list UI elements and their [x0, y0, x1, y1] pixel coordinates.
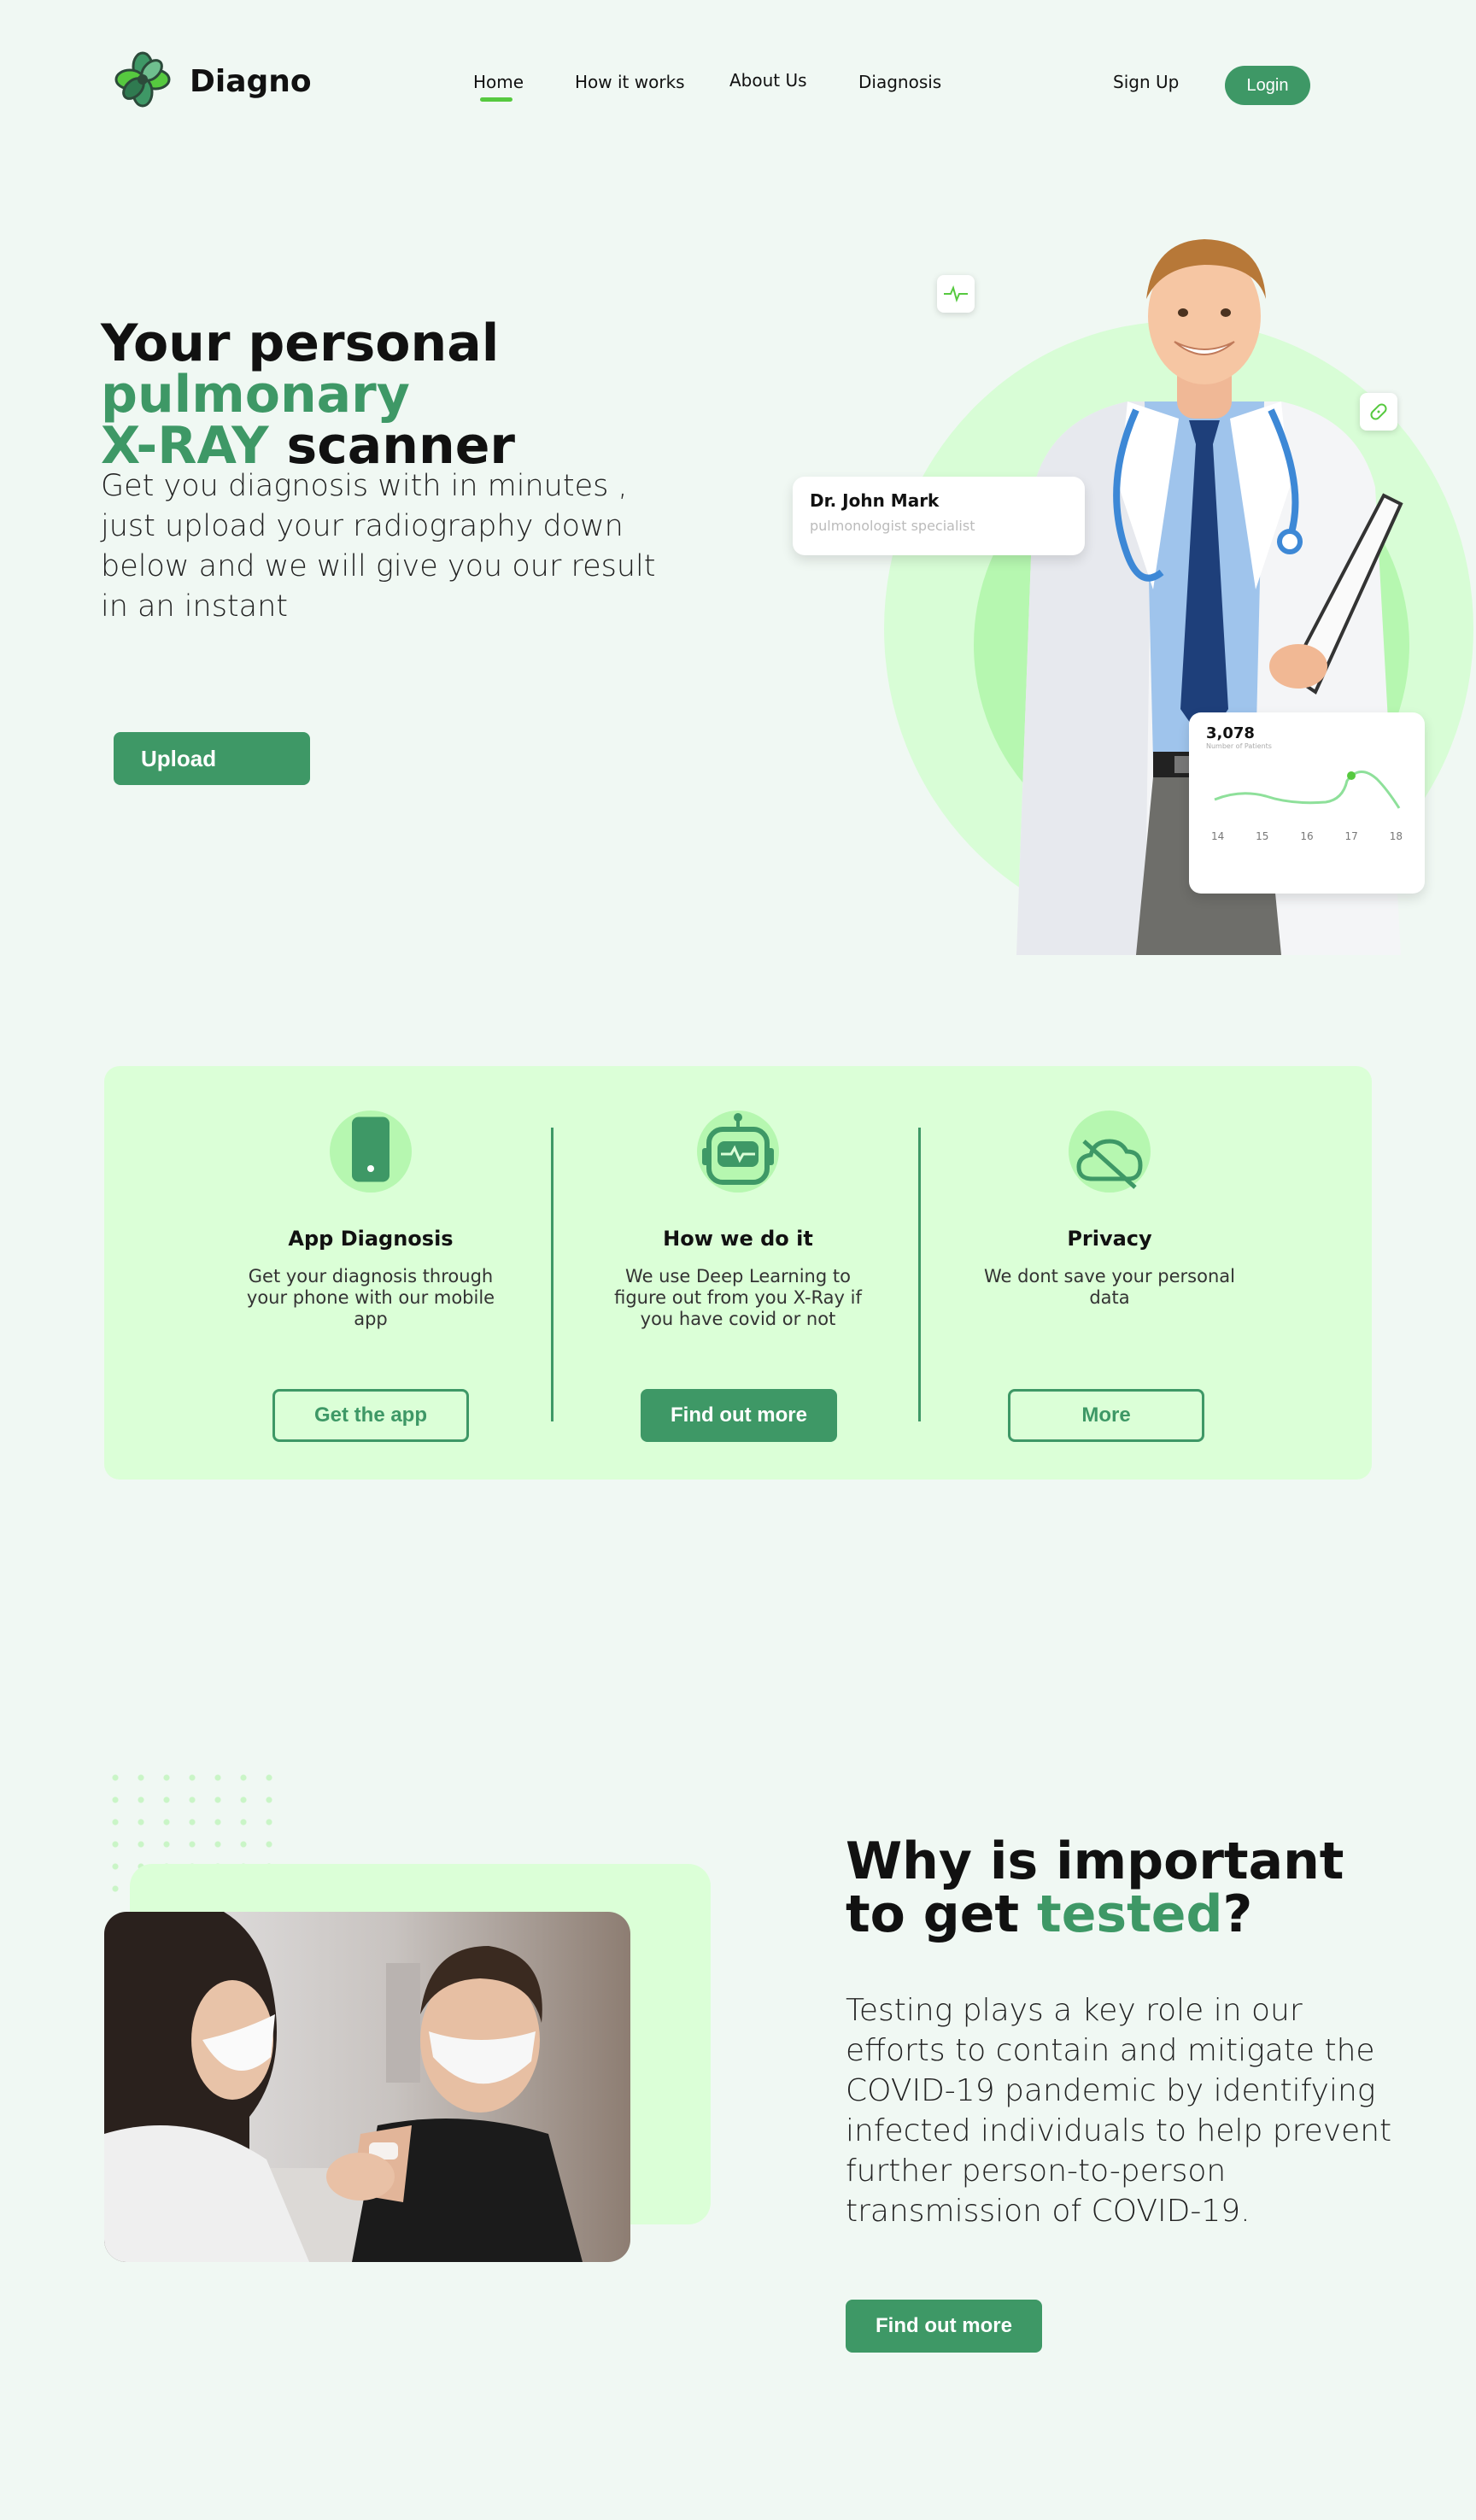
nav-home[interactable]: Home [473, 72, 524, 92]
why-title: Why is important to get tested? [846, 1835, 1392, 1941]
why-title-highlight: tested [1037, 1884, 1223, 1944]
patients-days: 14 15 16 17 18 [1206, 830, 1408, 842]
patients-count: 3,078 [1206, 724, 1255, 742]
hero-description: Get you diagnosis with in minutes , just… [101, 469, 656, 624]
brand-logo[interactable]: Diagno [113, 50, 312, 113]
heartbeat-icon [937, 275, 975, 313]
nav-active-indicator [480, 97, 512, 102]
feature-privacy: Privacy We dont save your personal data [977, 1111, 1242, 1309]
doctor-card: Dr. John Mark pulmonologist specialist [793, 477, 1085, 555]
clover-logo-icon [113, 50, 173, 113]
day-label: 18 [1389, 830, 1403, 842]
feature-title: How we do it [663, 1227, 813, 1251]
hero-title: Your personal pulmonary X-RAY scanner [101, 318, 784, 472]
signup-link[interactable]: Sign Up [1113, 72, 1179, 92]
find-out-more-button[interactable]: Find out more [641, 1389, 837, 1442]
brand-name: Diagno [190, 63, 312, 99]
get-the-app-button[interactable]: Get the app [272, 1389, 469, 1442]
patients-stat-card: 3,078 Number of Patients 14 15 16 17 18 [1189, 712, 1425, 894]
vaccination-photo [104, 1912, 630, 2262]
nav-how-it-works[interactable]: How it works [575, 72, 685, 92]
cloud-off-icon [1069, 1111, 1151, 1193]
patients-sparkline [1214, 771, 1401, 809]
patients-label: Number of Patients [1206, 742, 1272, 750]
nav-about-us[interactable]: About Us [729, 70, 807, 91]
feature-app-diagnosis: App Diagnosis Get your diagnosis through… [238, 1111, 503, 1330]
day-label: 15 [1256, 830, 1269, 842]
nav-diagnosis[interactable]: Diagnosis [858, 72, 941, 92]
login-button[interactable]: Login [1225, 66, 1310, 105]
feature-how-we-do-it: How we do it We use Deep Learning to fig… [606, 1111, 870, 1330]
upload-button[interactable]: Upload [114, 732, 310, 785]
doctor-name: Dr. John Mark [810, 490, 940, 511]
smartphone-icon [330, 1111, 412, 1193]
day-label: 16 [1300, 830, 1314, 842]
privacy-more-button[interactable]: More [1008, 1389, 1204, 1442]
day-label: 17 [1344, 830, 1358, 842]
why-find-out-more-button[interactable]: Find out more [846, 2300, 1042, 2353]
bandage-icon [1360, 393, 1397, 431]
feature-description: Get your diagnosis through your phone wi… [246, 1266, 495, 1329]
feature-description: We dont save your personal data [984, 1266, 1235, 1308]
feature-title: App Diagnosis [288, 1227, 454, 1251]
feature-divider [918, 1128, 921, 1421]
day-label: 14 [1211, 830, 1225, 842]
feature-description: We use Deep Learning to figure out from … [614, 1266, 862, 1329]
feature-divider [551, 1128, 554, 1421]
why-description: Testing plays a key role in our efforts … [846, 1993, 1392, 2229]
feature-title: Privacy [1067, 1227, 1152, 1251]
why-title-part2: ? [1222, 1884, 1253, 1944]
robot-icon [697, 1111, 779, 1193]
doctor-role: pulmonologist specialist [810, 518, 975, 534]
